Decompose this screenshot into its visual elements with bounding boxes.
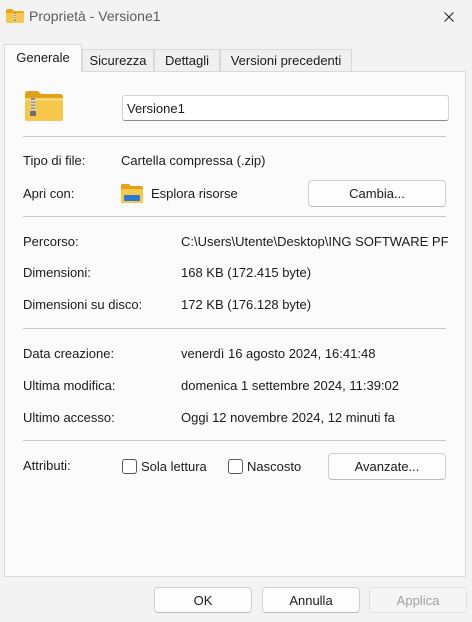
window-title: Proprietà - Versione1 bbox=[29, 8, 161, 24]
advanced-button[interactable]: Avanzate... bbox=[328, 453, 446, 480]
readonly-checkbox[interactable] bbox=[122, 459, 137, 474]
separator bbox=[23, 440, 446, 441]
cancel-button[interactable]: Annulla bbox=[262, 587, 360, 613]
tab-dettagli[interactable]: Dettagli bbox=[154, 49, 220, 71]
path-label: Percorso: bbox=[23, 234, 79, 249]
disk-size-value: 172 KB (176.128 byte) bbox=[181, 297, 312, 312]
tab-sicurezza[interactable]: Sicurezza bbox=[82, 49, 154, 71]
apply-button[interactable]: Applica bbox=[369, 587, 467, 613]
separator bbox=[23, 328, 446, 329]
modified-label: Ultima modifica: bbox=[23, 378, 116, 393]
title-bar: Proprietà - Versione1 bbox=[0, 0, 472, 34]
hidden-checkbox[interactable] bbox=[228, 459, 243, 474]
separator bbox=[23, 216, 446, 217]
close-icon bbox=[444, 12, 454, 22]
path-value: C:\Users\Utente\Desktop\ING SOFTWARE PF bbox=[181, 234, 449, 249]
created-value: venerdì 16 agosto 2024, 16:41:48 bbox=[181, 346, 376, 361]
accessed-value: Oggi 12 novembre 2024, 12 minuti fa bbox=[181, 410, 395, 425]
file-explorer-icon bbox=[121, 184, 143, 203]
separator bbox=[23, 136, 446, 137]
type-value: Cartella compressa (.zip) bbox=[121, 153, 266, 168]
attributes-label: Attributi: bbox=[23, 458, 71, 473]
open-with-value: Esplora risorse bbox=[151, 186, 238, 201]
zip-folder-icon bbox=[6, 9, 24, 23]
disk-size-label: Dimensioni su disco: bbox=[23, 297, 143, 312]
accessed-label: Ultimo accesso: bbox=[23, 410, 115, 425]
created-label: Data creazione: bbox=[23, 346, 115, 361]
hidden-label: Nascosto bbox=[247, 459, 302, 474]
tab-versioni-precedenti[interactable]: Versioni precedenti bbox=[220, 49, 352, 71]
tab-generale[interactable]: Generale bbox=[4, 44, 82, 72]
ok-button[interactable]: OK bbox=[154, 587, 252, 613]
zip-folder-icon bbox=[25, 91, 63, 121]
size-label: Dimensioni: bbox=[23, 265, 91, 280]
size-value: 168 KB (172.415 byte) bbox=[181, 265, 312, 280]
open-with-label: Apri con: bbox=[23, 186, 75, 201]
close-button[interactable] bbox=[426, 0, 472, 34]
readonly-label: Sola lettura bbox=[141, 459, 207, 474]
general-panel: Tipo di file: Cartella compressa (.zip) … bbox=[4, 71, 466, 577]
file-name-input[interactable] bbox=[122, 95, 449, 121]
change-button[interactable]: Cambia... bbox=[308, 180, 446, 207]
modified-value: domenica 1 settembre 2024, 11:39:02 bbox=[181, 378, 400, 393]
type-label: Tipo di file: bbox=[23, 153, 86, 168]
